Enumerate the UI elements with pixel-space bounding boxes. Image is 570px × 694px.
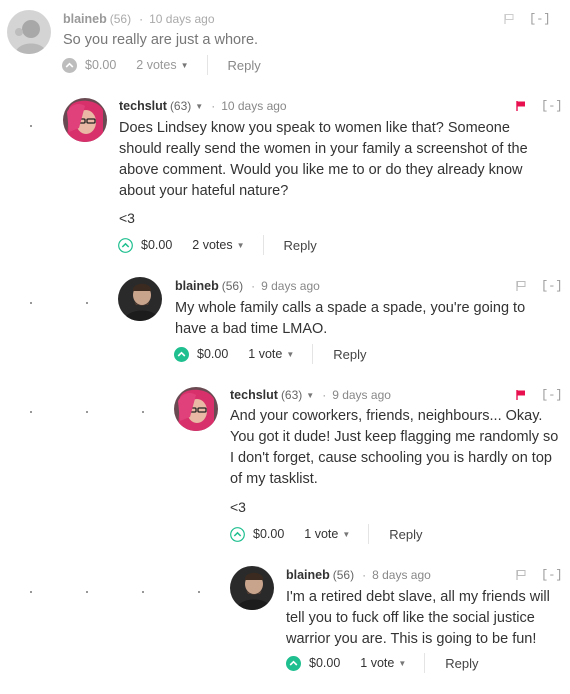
divider [424,653,426,673]
author-reputation: (56) [221,279,244,293]
flag-icon[interactable] [515,100,527,112]
collapse-toggle[interactable]: [-] [541,99,563,113]
thread-indent-dot [86,411,88,413]
thread-indent-dot [30,591,32,593]
author-reputation: (63) [169,99,192,113]
caret-down-icon: ▼ [286,349,295,359]
author-reputation: (56) [332,568,355,582]
author-name[interactable]: blaineb [175,279,219,293]
comment-body: Does Lindsey know you speak to women lik… [119,120,528,199]
comment-timestamp[interactable]: 9 days ago [332,388,391,402]
payout-amount[interactable]: $0.00 [141,238,172,252]
author-name[interactable]: techslut [230,388,278,402]
separator-dot: · [139,12,144,26]
flag-icon[interactable] [503,13,515,25]
comment-timestamp[interactable]: 10 days ago [149,12,214,26]
comment-body-extra: <3 [230,499,246,515]
reply-button[interactable]: Reply [445,656,478,671]
author-reputation: (56) [109,12,132,26]
votes-count: 2 votes [192,238,233,252]
separator-dot: · [251,279,256,293]
votes-count: 1 vote [360,656,395,670]
thread-indent-dot [30,411,32,413]
thread-indent-dot [86,302,88,304]
upvote-icon[interactable] [174,346,189,362]
collapse-toggle[interactable]: [-] [541,279,563,293]
reply-button[interactable]: Reply [228,58,261,73]
reply-button[interactable]: Reply [389,527,422,542]
collapse-toggle[interactable]: [-] [541,388,563,402]
separator-dot: · [362,568,367,582]
author-name[interactable]: blaineb [63,12,107,26]
caret-down-icon: ▼ [236,240,245,250]
caret-down-icon: ▼ [398,658,407,668]
author-reputation: (63) [280,388,303,402]
payout-amount[interactable]: $0.00 [309,656,340,670]
author-name[interactable]: techslut [119,99,167,113]
payout-amount[interactable]: $0.00 [253,527,284,541]
thread-indent-dot [198,591,200,593]
votes-dropdown[interactable]: 2 votes ▼ [192,238,244,252]
thread-indent-dot [30,302,32,304]
thread-indent-dot [30,125,32,127]
divider [262,235,264,255]
reply-button[interactable]: Reply [284,238,317,253]
upvote-icon[interactable] [286,655,301,671]
divider [368,524,370,544]
thread-indent-dot [142,411,144,413]
payout-amount[interactable]: $0.00 [197,347,228,361]
votes-count: 1 vote [248,347,283,361]
avatar[interactable] [7,10,51,54]
caret-down-icon: ▼ [180,60,189,70]
reply-button[interactable]: Reply [333,347,366,362]
votes-count: 2 votes [136,58,177,72]
comment-body: I'm a retired debt slave, all my friends… [286,589,550,647]
comment-body-extra: <3 [119,210,135,226]
upvote-icon[interactable] [118,237,133,253]
collapse-toggle[interactable]: [-] [541,568,563,582]
collapse-toggle[interactable]: [-] [529,12,551,26]
comment-timestamp[interactable]: 10 days ago [221,99,286,113]
comment-body: My whole family calls a spade a spade, y… [175,300,526,337]
votes-dropdown[interactable]: 1 vote ▼ [304,527,350,541]
votes-dropdown[interactable]: 2 votes ▼ [136,58,188,72]
avatar[interactable] [63,98,107,142]
upvote-icon[interactable] [62,57,77,73]
upvote-icon[interactable] [230,526,245,542]
comment-timestamp[interactable]: 8 days ago [372,568,431,582]
flag-icon[interactable] [515,569,527,581]
avatar[interactable] [118,277,162,321]
flag-icon[interactable] [515,280,527,292]
payout-amount[interactable]: $0.00 [85,58,116,72]
author-name[interactable]: blaineb [286,568,330,582]
avatar[interactable] [230,566,274,610]
divider [206,55,208,75]
comment-body: And your coworkers, friends, neighbours.… [230,408,559,487]
comment-timestamp[interactable]: 9 days ago [261,279,320,293]
votes-dropdown[interactable]: 1 vote ▼ [360,656,406,670]
flag-icon[interactable] [515,389,527,401]
votes-dropdown[interactable]: 1 vote ▼ [248,347,294,361]
thread-indent-dot [142,591,144,593]
caret-down-icon: ▼ [342,529,351,539]
thread-indent-dot [86,591,88,593]
separator-dot: · [211,99,216,113]
comment-body: So you really are just a whore. [63,32,259,48]
votes-count: 1 vote [304,527,339,541]
caret-down-icon[interactable]: ▼ [195,102,203,111]
divider [312,344,314,364]
caret-down-icon[interactable]: ▼ [306,391,314,400]
separator-dot: · [322,388,327,402]
avatar[interactable] [174,387,218,431]
